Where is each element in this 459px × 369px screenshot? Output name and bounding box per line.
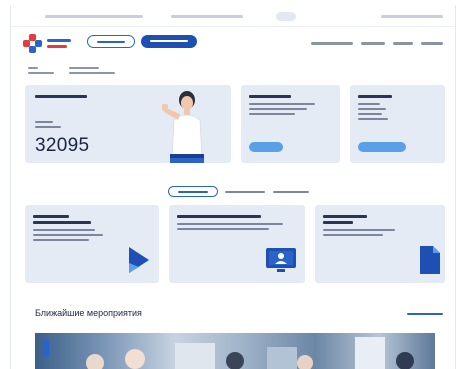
nav-item-4[interactable] — [421, 42, 443, 45]
feature-card-text — [323, 229, 395, 231]
header-primary-button[interactable] — [141, 35, 197, 48]
feature-card-text — [323, 234, 383, 236]
events-section-title: Ближайшие мероприятия — [35, 308, 142, 318]
breadcrumb-item[interactable] — [69, 67, 99, 69]
info-card-text — [358, 103, 380, 105]
info-card-text — [358, 108, 386, 110]
breadcrumb-item[interactable] — [28, 67, 38, 69]
logo-name — [47, 39, 71, 42]
top-right-link[interactable] — [381, 15, 443, 18]
feature-card-1[interactable] — [25, 205, 159, 283]
nav-item-2[interactable] — [361, 42, 385, 45]
info-card-text — [358, 113, 382, 115]
info-card-button[interactable] — [249, 142, 283, 152]
feature-card-text — [33, 239, 89, 241]
participants-counter: 32095 — [35, 135, 90, 156]
info-card-2 — [350, 85, 445, 163]
info-card-text — [249, 108, 307, 110]
nav-item-1[interactable] — [311, 42, 353, 45]
feature-card-text — [33, 229, 95, 231]
monitor-person-icon — [266, 248, 296, 272]
feature-card-text — [33, 234, 103, 236]
header-outline-button[interactable] — [87, 35, 135, 48]
feature-card-title — [33, 215, 69, 218]
info-card-text — [249, 103, 315, 105]
info-card-text — [249, 113, 295, 115]
hero-card-caption — [35, 121, 53, 123]
hero-counter-card: 32095 — [25, 85, 231, 163]
info-card-text — [358, 118, 388, 120]
info-card-1 — [241, 85, 340, 163]
breadcrumb-item[interactable] — [28, 72, 54, 74]
feature-card-text — [177, 228, 269, 230]
feature-card-2[interactable] — [169, 205, 305, 283]
feature-card-title — [33, 221, 91, 224]
tab-3[interactable] — [273, 191, 309, 193]
info-card-button[interactable] — [358, 142, 406, 152]
top-contact-link[interactable] — [171, 15, 243, 18]
doctor-illustration — [162, 91, 204, 163]
event-photo[interactable] — [35, 333, 435, 369]
logo-subtitle — [47, 45, 67, 48]
document-icon — [420, 246, 440, 274]
feature-card-text — [177, 223, 283, 225]
event-photo-image — [43, 337, 414, 369]
play-icon — [129, 247, 149, 273]
feature-card-title — [323, 221, 353, 224]
events-all-link[interactable] — [407, 313, 443, 315]
tab-active[interactable] — [168, 186, 218, 197]
feature-card-title — [323, 215, 367, 218]
hero-card-title — [35, 95, 87, 98]
nav-item-3[interactable] — [393, 42, 413, 45]
feature-card-title — [177, 215, 261, 218]
language-switcher[interactable] — [276, 12, 296, 21]
feature-card-3[interactable] — [315, 205, 445, 283]
info-card-title — [249, 95, 291, 98]
top-left-link[interactable] — [45, 15, 143, 18]
tab-2[interactable] — [225, 191, 265, 193]
site-header — [11, 27, 455, 57]
info-card-title — [358, 95, 392, 98]
logo-icon[interactable] — [23, 34, 43, 54]
top-utility-bar — [11, 5, 455, 27]
browser-page: 32095 Ближайшие мероприятия — [10, 5, 456, 369]
hero-card-caption-2 — [35, 126, 61, 128]
breadcrumb-item[interactable] — [69, 72, 115, 74]
